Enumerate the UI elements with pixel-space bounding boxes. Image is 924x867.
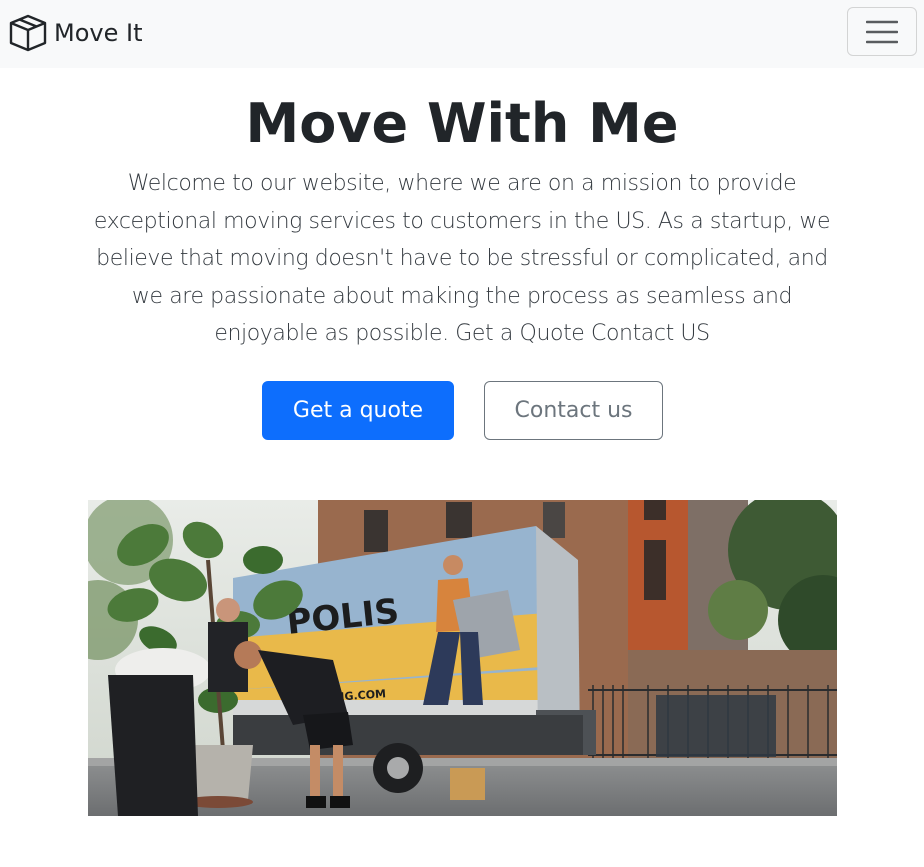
navbar-toggle-button[interactable] [847,7,917,56]
navbar: Move It [0,0,924,68]
box-icon [8,13,48,53]
hero-image: POLIS MOVING.COM [88,500,837,816]
page-title: Move With Me [245,92,679,155]
hamburger-menu-icon [865,20,899,44]
get-quote-button[interactable]: Get a quote [262,381,454,440]
moving-truck-photo: POLIS MOVING.COM [88,500,837,816]
contact-us-button[interactable]: Contact us [484,381,663,440]
hero-description: Welcome to our website, where we are on … [93,171,831,346]
brand-name: Move It [54,19,143,47]
brand-link[interactable]: Move It [8,13,142,53]
